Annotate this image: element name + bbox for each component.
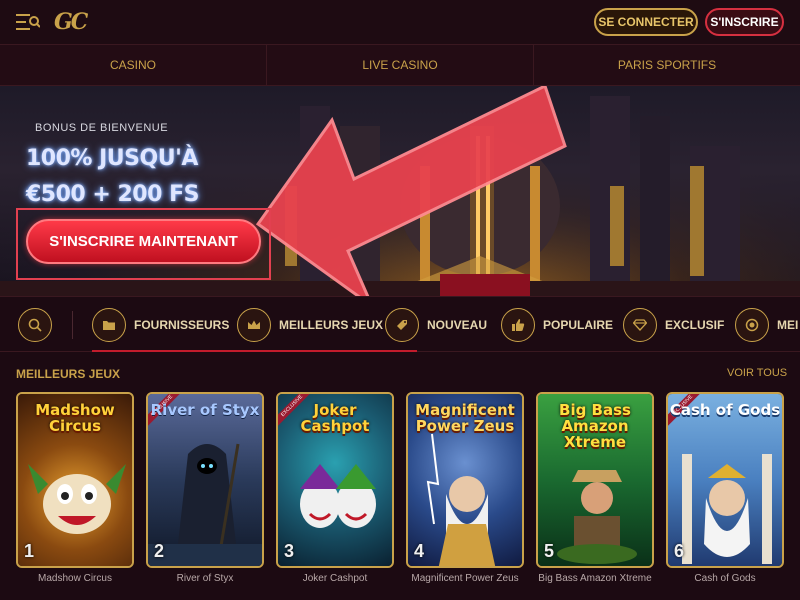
category-populaire[interactable]: POPULAIRE [501,308,613,342]
diamond-icon [623,308,657,342]
tab-casino[interactable]: CASINO [0,45,267,85]
game-card-cash-of-gods[interactable]: EXCLUSIVE Cash of Gods 6 [666,392,784,568]
game-name[interactable]: Magnificent Power Zeus [406,573,524,584]
category-nouveau[interactable]: NOUVEAU [385,308,487,342]
game-cards: Madshow Circus 1 EXCLUSIVE River of Styx… [0,392,800,568]
game-art-title: River of Styx [150,401,260,419]
casino-page: GC SE CONNECTER S'INSCRIRE CASINO LIVE C… [0,0,800,600]
menu-icon[interactable] [16,12,41,32]
main-nav: CASINO LIVE CASINO PARIS SPORTIFS [0,44,800,86]
game-name[interactable]: River of Styx [146,573,264,584]
game-art-title: Cash of Gods [669,401,781,419]
top-bar: GC SE CONNECTER S'INSCRIRE [0,0,800,44]
game-rank: 6 [674,541,685,561]
category-divider [72,311,73,339]
tab-live-casino[interactable]: LIVE CASINO [267,45,534,85]
game-name[interactable]: Madshow Circus [16,573,134,584]
folder-icon [92,308,126,342]
category-label: EXCLUSIF [665,318,725,332]
hero-headline-1: 100% JUSQU'À [26,146,198,171]
search-icon[interactable] [18,308,52,342]
game-card-big-bass-amazon-xtreme[interactable]: Big Bass Amazon Xtreme 5 [536,392,654,568]
hero-bonus-label: BONUS DE BIENVENUE [35,122,169,134]
game-art-title: Big Bass Amazon Xtreme [559,401,631,451]
section-title: MEILLEURS JEUX [16,367,121,381]
game-rank: 2 [154,541,165,561]
active-category-underline [92,350,417,352]
game-card-madshow-circus[interactable]: Madshow Circus 1 [16,392,134,568]
chip-icon [735,308,769,342]
game-rank: 4 [414,541,425,561]
hero-headline-2: €500 + 200 FS [26,182,199,207]
crown-icon [237,308,271,342]
see-all-link[interactable]: VOIR TOUS [727,367,787,379]
game-art-title: Madshow Circus [35,401,115,435]
hero-banner: BONUS DE BIENVENUE 100% JUSQU'À €500 + 2… [0,86,800,296]
game-rank: 5 [544,541,555,561]
category-meilleurs-jeux[interactable]: MEILLEURS JEUX [237,308,383,342]
game-art-illustration [682,454,772,564]
game-rank: 3 [284,541,295,561]
game-art-illustration [148,443,262,566]
game-card-river-of-styx[interactable]: EXCLUSIVE River of Styx 2 [146,392,264,568]
category-more[interactable]: MEI [735,308,798,342]
thumbs-up-icon [501,308,535,342]
login-button[interactable]: SE CONNECTER [594,8,698,36]
category-exclusif[interactable]: EXCLUSIF [623,308,724,342]
category-label: NOUVEAU [427,318,488,332]
game-art [668,394,782,566]
category-label: FOURNISSEURS [134,318,230,332]
tab-paris-sportifs[interactable]: PARIS SPORTIFS [534,45,800,85]
category-bar: FOURNISSEURS MEILLEURS JEUX NOUVEAU POPU… [0,296,800,352]
game-name[interactable]: Cash of Gods [666,573,784,584]
game-card-magnificent-power-zeus[interactable]: Magnificent Power Zeus 4 [406,392,524,568]
site-logo[interactable]: GC [54,9,88,35]
game-rank: 1 [24,541,35,561]
tag-icon [385,308,419,342]
category-label: POPULAIRE [543,318,614,332]
category-label: MEI [777,318,799,332]
game-card-joker-cashpot[interactable]: EXCLUSIVE Joker Cashpot 3 [276,392,394,568]
category-fournisseurs[interactable]: FOURNISSEURS [92,308,229,342]
game-art [148,394,262,566]
signup-now-button[interactable]: S'INSCRIRE MAINTENANT [26,219,261,264]
game-art-title: Magnificent Power Zeus [415,401,515,435]
category-label: MEILLEURS JEUX [279,318,384,332]
signup-button[interactable]: S'INSCRIRE [705,8,784,36]
game-name[interactable]: Joker Cashpot [276,573,394,584]
game-name[interactable]: Big Bass Amazon Xtreme [536,573,654,584]
game-art-title: Joker Cashpot [300,401,370,435]
